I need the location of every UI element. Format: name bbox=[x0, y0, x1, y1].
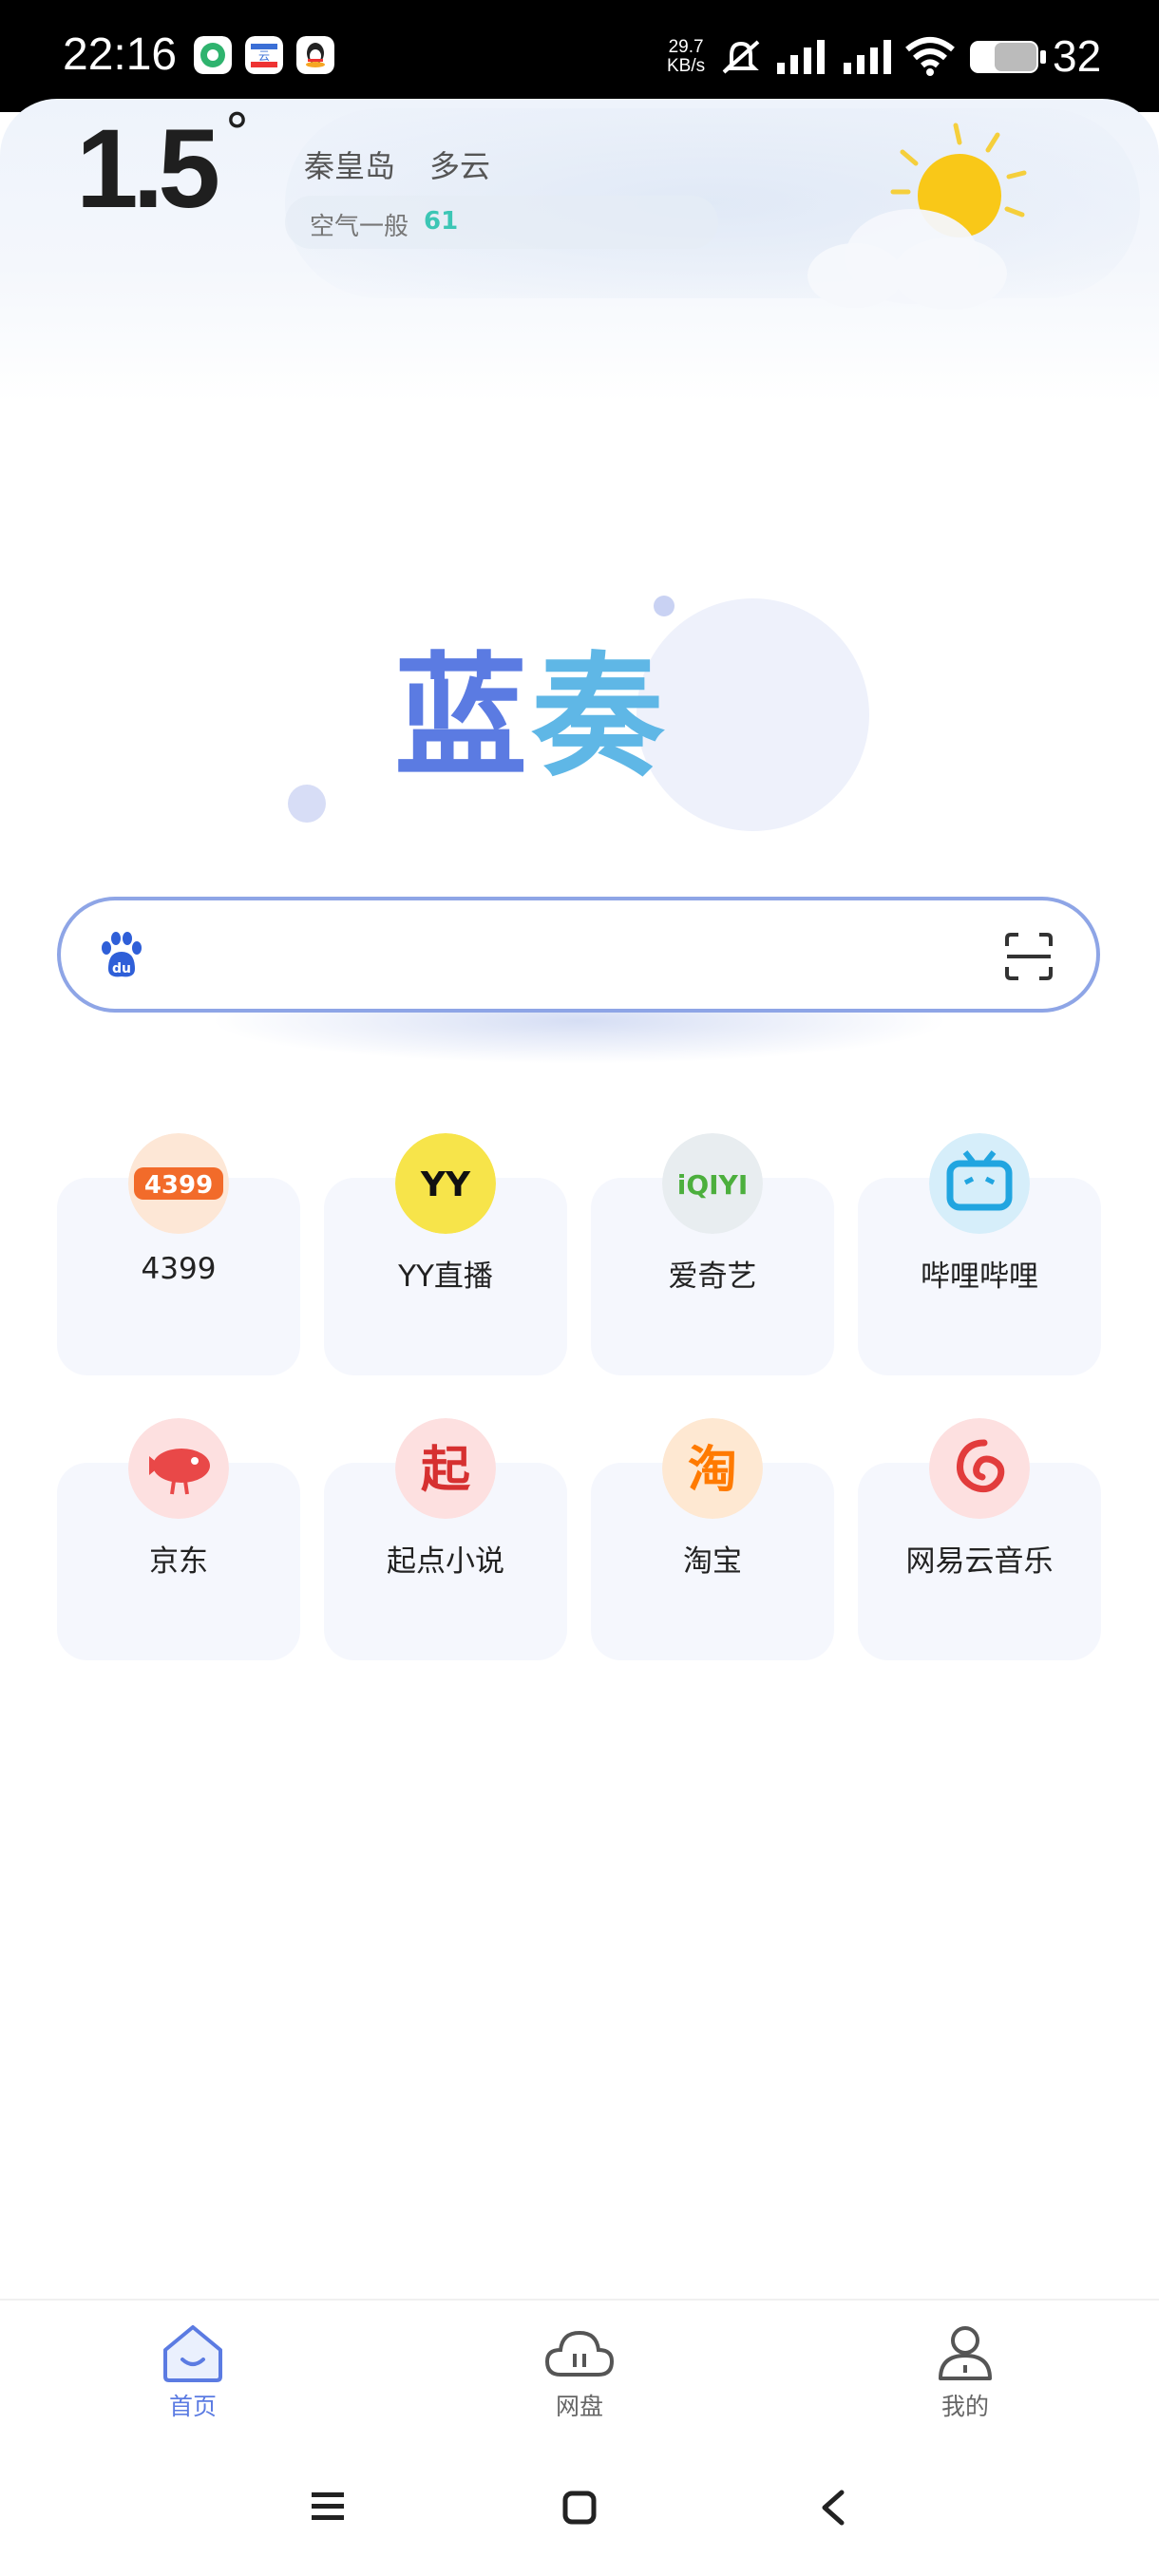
jd-icon[interactable] bbox=[128, 1418, 229, 1519]
air-quality-value: 61 bbox=[424, 207, 459, 236]
app-logo: 蓝奏 bbox=[394, 652, 668, 785]
shortcut-label: 起点小说 bbox=[387, 1544, 504, 1579]
city-name: 秦皇岛 bbox=[304, 148, 396, 184]
home-icon[interactable] bbox=[160, 2323, 226, 2382]
nav-label-home[interactable]: 首页 bbox=[126, 2388, 259, 2422]
net-speed-value: 29.7 bbox=[668, 37, 704, 57]
svg-text:YY: YY bbox=[420, 1165, 471, 1204]
svg-text:du: du bbox=[112, 961, 131, 976]
shortcut-label: 哔哩哔哩 bbox=[921, 1260, 1038, 1294]
svg-text:4399: 4399 bbox=[144, 1171, 213, 1200]
green-app-icon bbox=[194, 36, 232, 74]
signal-icon bbox=[844, 40, 891, 74]
menu-icon[interactable] bbox=[310, 2491, 346, 2523]
temperature: 1.5 bbox=[76, 106, 220, 232]
net-speed: 29.7 KB/s bbox=[667, 38, 705, 76]
yy-icon[interactable]: YY bbox=[395, 1133, 496, 1234]
partly-cloudy-icon bbox=[808, 123, 1027, 310]
logo-char-1: 蓝 bbox=[394, 640, 532, 795]
shortcut-label: 爱奇艺 bbox=[668, 1260, 757, 1294]
back-icon[interactable] bbox=[819, 2489, 846, 2527]
nav-label-cloud-drive[interactable]: 网盘 bbox=[513, 2388, 646, 2422]
shortcut-label: 淘宝 bbox=[683, 1544, 742, 1579]
status-bar: 22:16 云 29.7 KB/s 32 bbox=[0, 0, 1159, 112]
shortcut-label: YY直播 bbox=[398, 1260, 493, 1294]
taobao-icon[interactable]: 淘 bbox=[662, 1418, 763, 1519]
iqiyi-icon[interactable]: iQIYI bbox=[662, 1133, 763, 1234]
status-time: 22:16 bbox=[63, 29, 178, 80]
nav-label-profile[interactable]: 我的 bbox=[899, 2388, 1032, 2422]
calendar-app-icon: 云 bbox=[245, 36, 283, 74]
decor-dot bbox=[654, 596, 674, 616]
search-input[interactable] bbox=[142, 919, 963, 994]
svg-text:iQIYI: iQIYI bbox=[677, 1169, 749, 1201]
mute-icon bbox=[722, 40, 760, 74]
svg-text:云: 云 bbox=[258, 49, 270, 63]
signal-icon bbox=[777, 40, 825, 74]
weather-condition: 多云 bbox=[429, 148, 491, 184]
shortcut-label: 4399 bbox=[141, 1252, 217, 1286]
svg-text:起: 起 bbox=[421, 1442, 471, 1499]
4399-icon[interactable]: 4399 bbox=[128, 1133, 229, 1234]
qidian-icon[interactable]: 起 bbox=[395, 1418, 496, 1519]
battery-icon bbox=[970, 41, 1046, 73]
net-speed-unit: KB/s bbox=[667, 56, 706, 76]
wifi-icon bbox=[905, 37, 955, 76]
degree-symbol: ° bbox=[224, 103, 250, 162]
air-quality-label: 空气一般 bbox=[310, 213, 409, 241]
battery-level: 32 bbox=[1053, 31, 1102, 81]
scan-icon[interactable] bbox=[1003, 931, 1054, 982]
logo-char-2: 奏 bbox=[531, 640, 669, 795]
shortcut-label: 京东 bbox=[149, 1544, 208, 1579]
baidu-icon[interactable]: du bbox=[95, 929, 148, 982]
profile-icon[interactable] bbox=[937, 2323, 994, 2382]
svg-text:淘: 淘 bbox=[688, 1442, 737, 1499]
home-button-icon[interactable] bbox=[562, 2491, 597, 2525]
decor-dot bbox=[288, 785, 326, 823]
decor-circle bbox=[636, 598, 869, 831]
bilibili-icon[interactable] bbox=[929, 1133, 1030, 1234]
qq-icon bbox=[296, 36, 334, 74]
shortcut-label: 网易云音乐 bbox=[905, 1544, 1054, 1579]
cloud-drive-icon[interactable] bbox=[543, 2325, 616, 2380]
netease-music-icon[interactable] bbox=[929, 1418, 1030, 1519]
